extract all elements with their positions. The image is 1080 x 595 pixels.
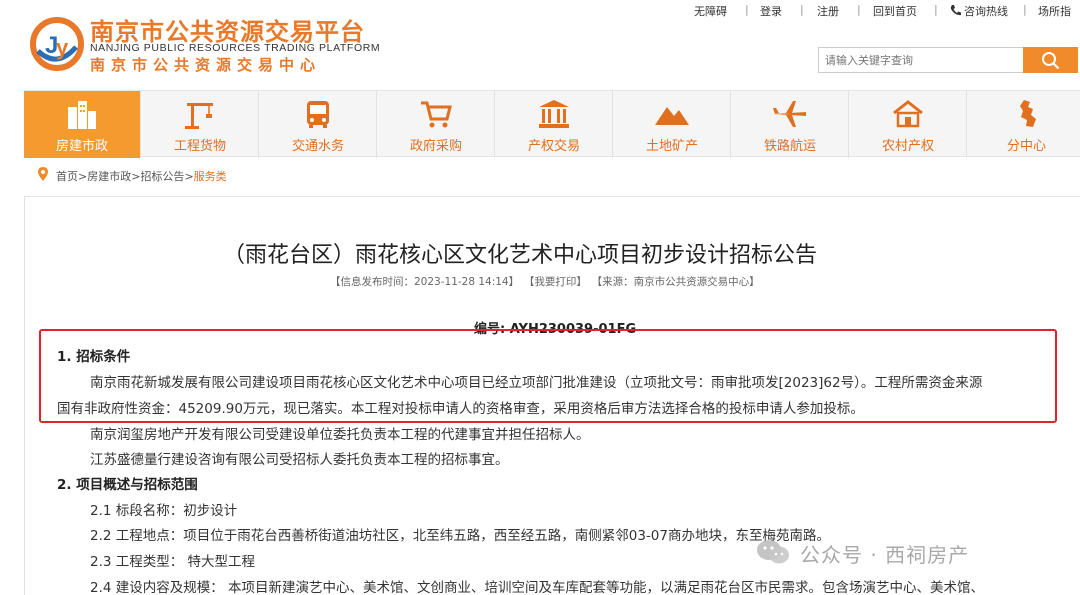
search-bar bbox=[818, 47, 1078, 73]
watermark-text: 公众号 · 西祠房产 bbox=[800, 543, 970, 567]
nav-label: 交通水务 bbox=[291, 139, 344, 154]
breadcrumb-home[interactable]: 首页 bbox=[56, 170, 78, 183]
nav-item-rural-property[interactable]: 农村产权 bbox=[850, 91, 967, 158]
article-source: 【来源：南京市公共资源交易中心】 bbox=[596, 276, 760, 288]
accessible-link[interactable]: 无障碍 bbox=[694, 3, 727, 19]
nav-label: 房建市政 bbox=[55, 139, 108, 154]
breadcrumb-current: 服务类 bbox=[193, 170, 227, 183]
plane-icon bbox=[773, 101, 806, 127]
breadcrumb-sep: > bbox=[78, 170, 88, 183]
nav-item-gov-procurement[interactable]: 政府采购 bbox=[378, 91, 495, 158]
paragraph: 南京雨花新城发展有限公司建设项目雨花核心区文化艺术中心项目已经立项部门批准建设（… bbox=[90, 375, 983, 391]
nav-item-transport-water[interactable]: 交通水务 bbox=[260, 91, 377, 158]
paragraph: 南京润玺房地产开发有限公司受建设单位委托负责本工程的代建事宜并担任招标人。 bbox=[90, 427, 590, 443]
buildings-icon bbox=[68, 101, 96, 129]
crane-icon bbox=[185, 103, 213, 129]
phone-icon bbox=[950, 5, 961, 16]
jiangsu-map-icon bbox=[1019, 100, 1036, 127]
wechat-icon bbox=[757, 540, 789, 564]
bank-icon bbox=[539, 100, 569, 128]
site-title-en: NANJING PUBLIC RESOURCES TRADING PLATFOR… bbox=[90, 42, 381, 54]
divider: | bbox=[934, 3, 938, 16]
nav-label: 分中心 bbox=[1006, 139, 1046, 154]
publish-date: 【信息发布时间：2023-11-28 14:14】 bbox=[330, 276, 520, 288]
list-item: 2.1 标段名称：初步设计 bbox=[90, 503, 238, 519]
list-item: 2.4 建设内容及规模： 本项目新建演艺中心、美术馆、文创商业、培训空间及车库配… bbox=[90, 580, 985, 595]
cart-icon bbox=[421, 101, 452, 128]
nav-item-rail-shipping[interactable]: 铁路航运 bbox=[732, 91, 849, 158]
nav-label: 铁路航运 bbox=[763, 139, 816, 154]
svg-text:y: y bbox=[56, 35, 69, 60]
search-input[interactable] bbox=[818, 47, 1024, 73]
divider: | bbox=[857, 3, 861, 16]
farmhouse-icon bbox=[893, 100, 923, 128]
login-link[interactable]: 登录 bbox=[760, 3, 782, 19]
paragraph: 国有非政府性资金：45209.90万元，现已落实。本工程对投标申请人的资格审查，… bbox=[57, 401, 864, 417]
logo-icon[interactable]: J y bbox=[30, 17, 84, 71]
nav-item-land-minerals[interactable]: 土地矿产 bbox=[614, 91, 731, 158]
search-icon bbox=[1042, 52, 1060, 70]
divider: | bbox=[745, 3, 749, 16]
article-title: （雨花台区）雨花核心区文化艺术中心项目初步设计招标公告 bbox=[222, 243, 817, 268]
breadcrumb-sep: > bbox=[184, 170, 194, 183]
nav-label: 政府采购 bbox=[409, 139, 462, 154]
top-links: 无障碍 | 登录 | 注册 | 回到首页 | 咨询热线 | 场所指 bbox=[690, 3, 1080, 19]
nav-label: 农村产权 bbox=[881, 139, 934, 154]
list-item: 2.2 工程地点：项目位于雨花台西善桥街道油坊社区，北至纬五路，西至经五路，南侧… bbox=[90, 528, 830, 544]
main-nav: 房建市政 工程货物 交通水务 政府采购 产权交易 土地矿产 铁路航运 农村产权 … bbox=[24, 90, 1080, 158]
breadcrumb-announcements[interactable]: 招标公告 bbox=[140, 170, 184, 183]
mountain-icon bbox=[655, 107, 689, 125]
breadcrumb-housing[interactable]: 房建市政 bbox=[87, 170, 131, 183]
nav-item-branch-center[interactable]: 分中心 bbox=[968, 91, 1080, 158]
search-button[interactable] bbox=[1023, 47, 1078, 73]
section-heading: 1. 招标条件 bbox=[57, 349, 131, 365]
nav-label: 土地矿产 bbox=[645, 139, 698, 154]
section-heading: 2. 项目概述与招标范围 bbox=[57, 477, 198, 493]
nav-label: 工程货物 bbox=[173, 139, 226, 154]
nav-item-engineering-goods[interactable]: 工程货物 bbox=[142, 91, 259, 158]
hotline-link[interactable]: 咨询热线 bbox=[964, 3, 1008, 19]
list-item: 2.3 工程类型： 特大型工程 bbox=[90, 554, 256, 570]
bus-icon bbox=[307, 101, 329, 128]
register-link[interactable]: 注册 bbox=[817, 3, 839, 19]
nav-item-property-rights[interactable]: 产权交易 bbox=[496, 91, 613, 158]
article-meta: 【信息发布时间：2023-11-28 14:14】 【我要打印】 【来源：南京市公共… bbox=[330, 274, 770, 289]
home-link[interactable]: 回到首页 bbox=[873, 3, 917, 19]
venue-link[interactable]: 场所指 bbox=[1038, 3, 1071, 19]
nav-item-housing[interactable]: 房建市政 bbox=[24, 91, 141, 158]
site-header: J y 南京市公共资源交易平台 NANJING PUBLIC RESOURCES… bbox=[0, 0, 1080, 90]
site-subtitle: 南京市公共资源交易中心 bbox=[90, 56, 322, 74]
divider: | bbox=[1023, 3, 1027, 16]
nav-label: 产权交易 bbox=[527, 139, 580, 154]
paragraph: 江苏盛德量行建设咨询有限公司受招标人委托负责本工程的招标事宜。 bbox=[90, 452, 509, 468]
location-pin-icon bbox=[38, 167, 48, 181]
print-link[interactable]: 【我要打印】 bbox=[529, 276, 587, 288]
divider: | bbox=[800, 3, 804, 16]
